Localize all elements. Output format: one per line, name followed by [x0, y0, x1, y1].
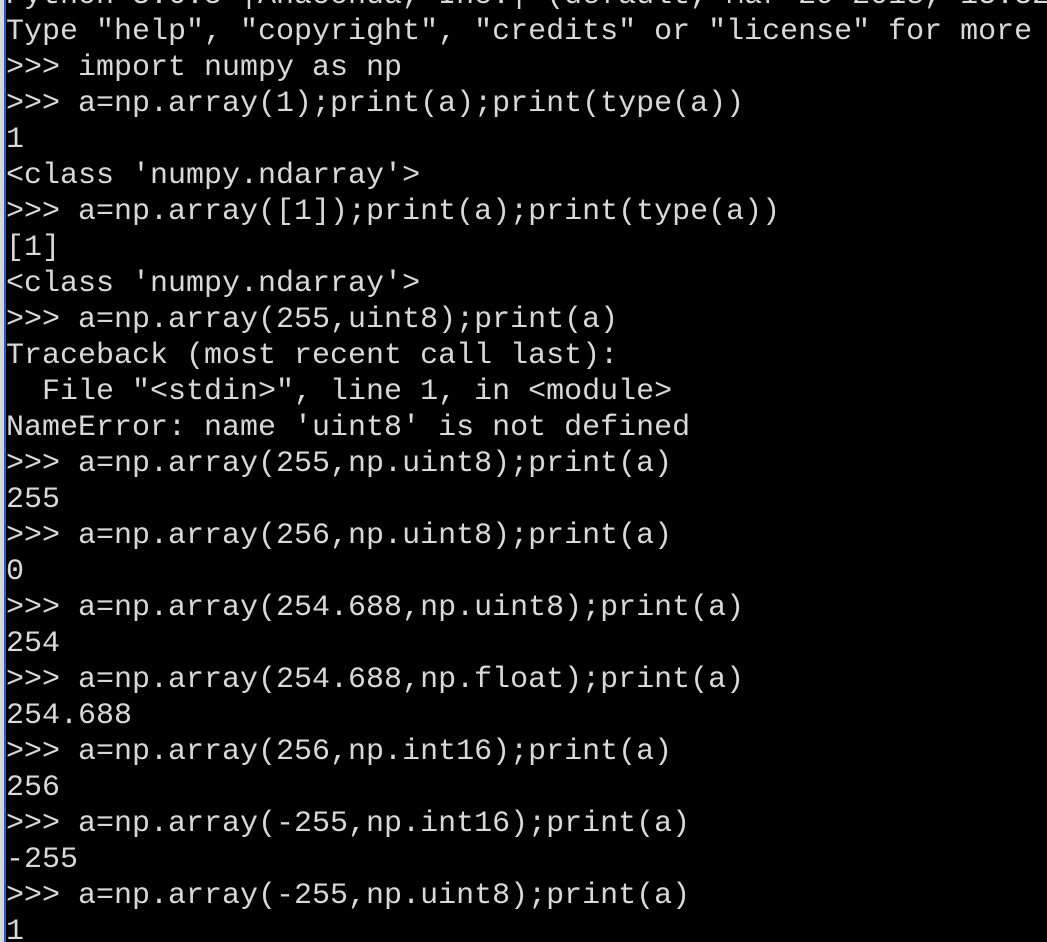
- console-line-input: >>> a=np.array(1);print(a);print(type(a)…: [6, 87, 745, 121]
- console-line-input: >>> a=np.array(-255,np.uint8);print(a): [6, 879, 691, 913]
- console-line-output: -255: [6, 843, 79, 877]
- console-line-input: >>> a=np.array(256,np.int16);print(a): [6, 735, 673, 769]
- console-output[interactable]: Python 3.6.5 |Anaconda, Inc.| (default, …: [6, 0, 1047, 942]
- console-line-input: >>> a=np.array(254.688,np.float);print(a…: [6, 663, 745, 697]
- console-line-output: 255: [6, 483, 61, 517]
- console-line-input: >>> a=np.array(-255,np.int16);print(a): [6, 807, 691, 841]
- console-line-output: 254: [6, 627, 61, 661]
- console-line-output: 1: [6, 123, 25, 157]
- console-line-input: >>> a=np.array(254.688,np.uint8);print(a…: [6, 591, 745, 625]
- console-line-input: >>> a=np.array(255,uint8);print(a): [6, 303, 619, 337]
- console-line-input: >>> a=np.array(256,np.uint8);print(a): [6, 519, 673, 553]
- console-line-input: >>> a=np.array([1]);print(a);print(type(…: [6, 195, 781, 229]
- console-line-error: Traceback (most recent call last):: [6, 339, 619, 373]
- console-line-output: 0: [6, 555, 25, 589]
- console-line-output: 256: [6, 771, 61, 805]
- console-line-output: [1]: [6, 231, 61, 265]
- console-line-error: NameError: name 'uint8' is not defined: [6, 411, 691, 445]
- console-line-output: <class 'numpy.ndarray'>: [6, 159, 421, 193]
- console-line-input: >>> a=np.array(255,np.uint8);print(a): [6, 447, 673, 481]
- console-line-error: File "<stdin>", line 1, in <module>: [6, 375, 673, 409]
- console-line-banner: Type "help", "copyright", "credits" or "…: [6, 15, 1033, 49]
- console-line-banner: Python 3.6.5 |Anaconda, Inc.| (default, …: [6, 0, 1047, 14]
- console-line-output: <class 'numpy.ndarray'>: [6, 267, 421, 301]
- console-line-input: >>> import numpy as np: [6, 51, 403, 85]
- console-line-output: 254.688: [6, 699, 133, 733]
- window-left-accent-rule: [4, 0, 6, 942]
- console-line-output: 1: [6, 915, 25, 942]
- terminal-window[interactable]: Python 3.6.5 |Anaconda, Inc.| (default, …: [0, 0, 1047, 942]
